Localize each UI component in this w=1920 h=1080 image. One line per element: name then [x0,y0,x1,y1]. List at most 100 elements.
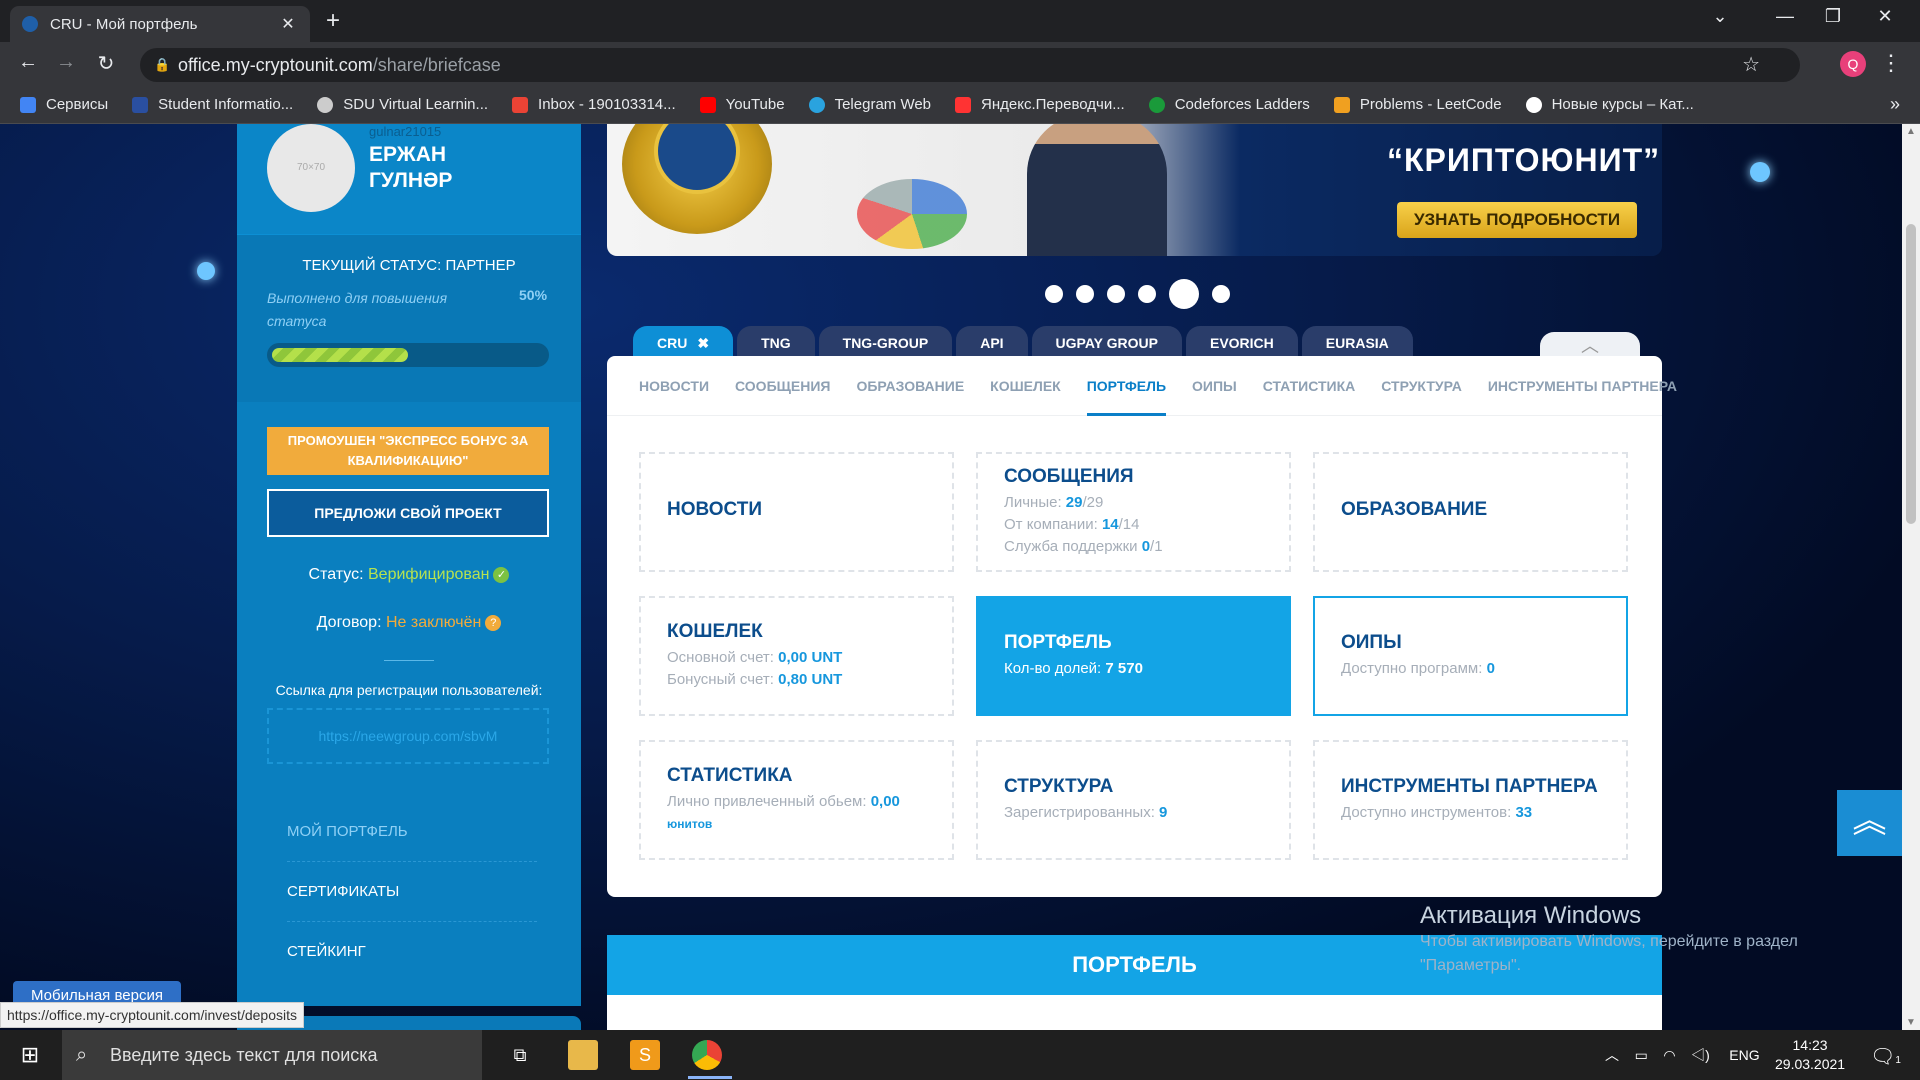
bookmark-item[interactable]: Codeforces Ladders [1148,96,1310,113]
bookmark-item[interactable]: Student Informatio... [132,96,293,113]
reload-icon[interactable]: ↻ [92,51,120,76]
bookmark-item[interactable]: YouTube [699,96,785,113]
slider-dot[interactable] [1045,285,1063,303]
tile-partner-tools[interactable]: ИНСТРУМЕНТЫ ПАРТНЕРА Доступно инструмент… [1313,740,1628,860]
tray-chevron-up-icon[interactable]: ︿ [1605,1047,1619,1063]
tab-search-icon[interactable]: ⌄ [1700,6,1740,27]
status-box: ТЕКУЩИЙ СТАТУС: ПАРТНЕР Выполнено для по… [237,234,581,402]
nav-oips[interactable]: ОИПЫ [1192,356,1237,416]
nav-portfolio[interactable]: ПОРТФЕЛЬ [1086,356,1167,416]
ref-link[interactable]: https://neewgroup.com/sbvM [267,708,549,764]
tile-statistics[interactable]: СТАТИСТИКА Лично привлеченный обьем: 0,0… [639,740,954,860]
nav-education[interactable]: ОБРАЗОВАНИЕ [856,356,964,416]
bookmark-item[interactable]: Problems - LeetCode [1333,96,1502,113]
back-icon[interactable]: ← [14,51,42,74]
bookmark-star-icon[interactable]: ☆ [1742,48,1760,82]
language-indicator[interactable]: ENG [1729,1047,1759,1063]
nav-structure[interactable]: СТРУКТУРА [1381,356,1462,416]
promo-button[interactable]: ПРОМОУШЕН "ЭКСПРЕСС БОНУС ЗА КВАЛИФИКАЦИ… [267,427,549,475]
profile-box: 70×70 gulnar21015 ЕРЖАН ГУЛНӘР [237,124,581,234]
tile-line: Зарегистрированных: 9 [1004,804,1168,821]
file-explorer-icon[interactable] [568,1040,598,1070]
task-view-icon[interactable]: ⧉ [505,1040,535,1070]
tile-structure[interactable]: СТРУКТУРА Зарегистрированных: 9 [976,740,1291,860]
page-scrollbar[interactable]: ▲ ▼ [1902,124,1920,1030]
slider-dots [1045,279,1230,309]
bookmark-item[interactable]: Telegram Web [808,96,932,113]
tile-title: ПОРТФЕЛЬ [1004,632,1112,653]
nav-partner-tools[interactable]: ИНСТРУМЕНТЫ ПАРТНЕРА [1488,356,1677,416]
bookmark-item[interactable]: Сервисы [20,96,108,113]
sidebar-item-staking[interactable]: СТЕЙКИНГ [287,922,537,982]
bookmarks-overflow-icon[interactable]: » [1890,94,1900,115]
learn-more-button[interactable]: УЗНАТЬ ПОДРОБНОСТИ [1397,202,1637,238]
browser-tab[interactable]: CRU - Мой портфель ✕ [10,6,310,42]
restore-icon[interactable]: ❐ [1813,6,1853,27]
slider-dot[interactable] [1138,285,1156,303]
browser-tab-strip: CRU - Мой портфель ✕ + ⌄ — ❐ ✕ [0,0,1920,42]
progress-bar [267,343,549,367]
scroll-up-icon[interactable]: ▲ [1906,126,1916,137]
address-bar[interactable]: 🔒 office.my-cryptounit.com/share/briefca… [140,48,1800,82]
bookmark-item[interactable]: SDU Virtual Learnin... [317,96,488,113]
page-viewport: 70×70 gulnar21015 ЕРЖАН ГУЛНӘР ТЕКУЩИЙ С… [0,124,1902,1030]
tab-close-icon[interactable]: ✕ [278,14,298,34]
bookmark-label: Telegram Web [834,96,932,113]
nav-wallet[interactable]: КОШЕЛЕК [990,356,1061,416]
bookmark-label: YouTube [725,96,785,113]
banner-title: “КРИПТОЮНИТ” [1387,142,1661,178]
tile-title: СООБЩЕНИЯ [1004,466,1134,487]
sublime-text-icon[interactable]: S [630,1040,660,1070]
tab-title: CRU - Мой портфель [50,15,198,33]
bookmark-item[interactable]: Яндекс.Переводчи... [955,96,1125,113]
lock-icon: 🔒 [154,57,171,72]
windows-start-icon[interactable]: ⊞ [0,1030,60,1080]
tile-title: СТРУКТУРА [1004,776,1114,797]
tile-line: Личные: 29/29 [1004,494,1104,511]
taskbar-clock[interactable]: 14:23 29.03.2021 [1775,1036,1845,1074]
battery-icon[interactable]: ▭ [1635,1047,1648,1063]
tile-line: Основной счет: 0,00 UNT [667,649,843,666]
tile-oips[interactable]: ОИПЫ Доступно программ: 0 [1313,596,1628,716]
tile-messages[interactable]: СООБЩЕНИЯ Личные: 29/29 От компании: 14/… [976,452,1291,572]
chrome-taskbar-icon[interactable] [692,1040,722,1070]
nav-statistics[interactable]: СТАТИСТИКА [1263,356,1356,416]
minimize-icon[interactable]: — [1765,6,1805,27]
close-window-icon[interactable]: ✕ [1865,6,1905,27]
close-icon[interactable]: ✖ [697,335,709,351]
chrome-menu-icon[interactable]: ⋮ [1880,50,1902,76]
link-status-url: https://office.my-cryptounit.com/invest/… [0,1002,304,1028]
tile-portfolio[interactable]: ПОРТФЕЛЬ Кол-во долей: 7 570 [976,596,1291,716]
search-placeholder: Введите здесь текст для поиска [110,1045,378,1065]
slider-dot[interactable] [1076,285,1094,303]
sidebar-item-portfolio[interactable]: МОЙ ПОРТФЕЛЬ [287,802,537,862]
new-tab-button[interactable]: + [326,8,340,34]
bookmark-item[interactable]: Новые курсы – Кат... [1525,96,1694,113]
tile-wallet[interactable]: КОШЕЛЕК Основной счет: 0,00 UNT Бонусный… [639,596,954,716]
sidebar-item-certificates[interactable]: СЕРТИФИКАТЫ [287,862,537,922]
tile-education[interactable]: ОБРАЗОВАНИЕ [1313,452,1628,572]
question-icon[interactable]: ? [485,614,502,631]
sidebar: 70×70 gulnar21015 ЕРЖАН ГУЛНӘР ТЕКУЩИЙ С… [237,124,581,1006]
forward-icon[interactable]: → [52,51,80,74]
taskbar-search-input[interactable]: ⌕ Введите здесь текст для поиска [62,1030,482,1080]
slider-dot[interactable] [1212,285,1230,303]
scrollbar-thumb[interactable] [1906,224,1916,524]
apps-grid-icon [20,96,36,113]
slider-dot-active[interactable] [1169,279,1199,309]
notifications-icon[interactable]: 🗨1 [1870,1044,1901,1069]
promo-banner[interactable]: “КРИПТОЮНИТ” УЗНАТЬ ПОДРОБНОСТИ [607,124,1662,256]
volume-icon[interactable]: ◁) [1691,1047,1710,1063]
propose-project-button[interactable]: ПРЕДЛОЖИ СВОЙ ПРОЕКТ [267,489,549,537]
nav-messages[interactable]: СООБЩЕНИЯ [735,356,830,416]
scroll-to-top-button[interactable]: ︽ [1837,790,1902,856]
wifi-icon[interactable]: ◠ [1663,1047,1675,1063]
bookmark-item[interactable]: Inbox - 190103314... [512,96,676,113]
tile-news[interactable]: НОВОСТИ [639,452,954,572]
nav-news[interactable]: НОВОСТИ [639,356,709,416]
avatar[interactable]: 70×70 [267,124,355,212]
scroll-down-icon[interactable]: ▼ [1906,1017,1916,1028]
bookmark-label: Яндекс.Переводчи... [981,96,1125,113]
slider-dot[interactable] [1107,285,1125,303]
profile-avatar[interactable]: Q [1840,51,1866,77]
